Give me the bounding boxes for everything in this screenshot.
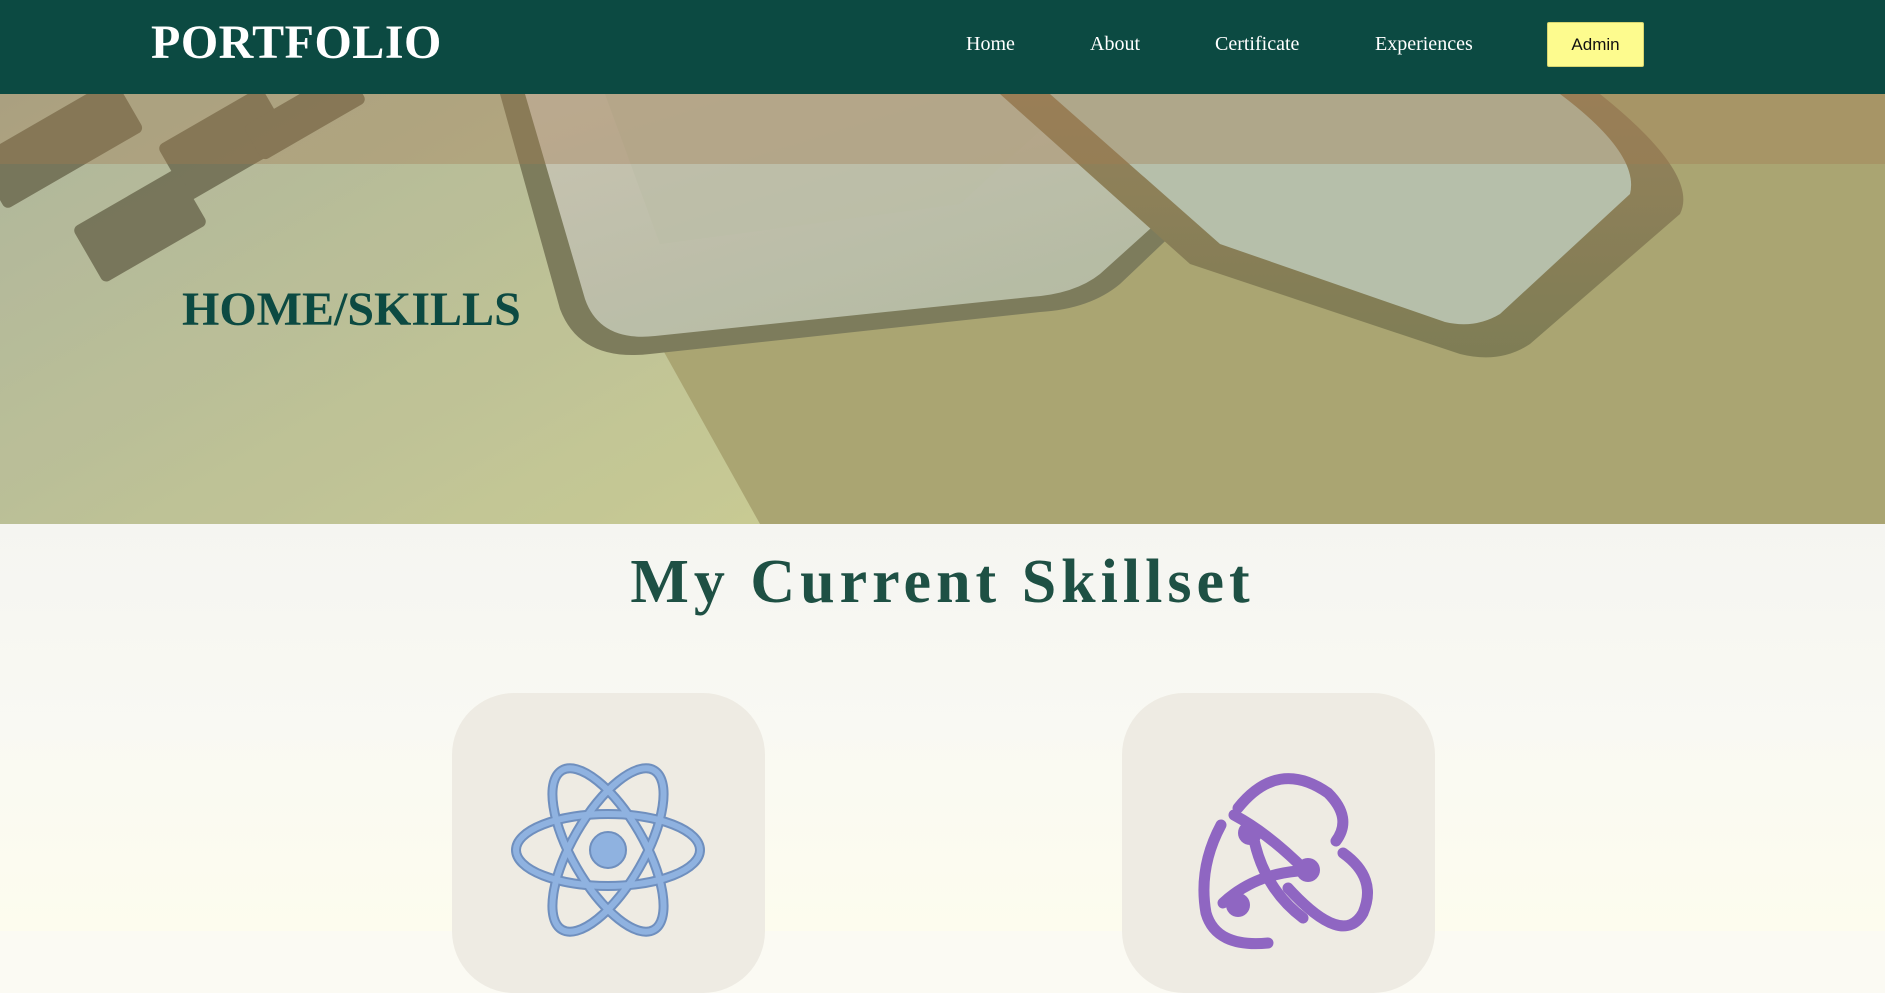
- hero-banner: HOME/SKILLS: [0, 94, 1885, 524]
- nav-link-certificate[interactable]: Certificate: [1215, 31, 1299, 57]
- nav-link-home[interactable]: Home: [966, 31, 1015, 57]
- nav-link-experiences[interactable]: Experiences: [1375, 31, 1473, 57]
- brand-logo[interactable]: PORTFOLIO: [151, 14, 442, 72]
- skill-card-redux[interactable]: [1122, 693, 1435, 993]
- react-icon: [511, 763, 705, 937]
- redux-icon: [1198, 773, 1373, 950]
- navbar: PORTFOLIO Home About Certificate Experie…: [0, 0, 1885, 94]
- section-title: My Current Skillset: [630, 548, 1255, 616]
- nav-link-about[interactable]: About: [1090, 31, 1140, 57]
- skill-card-react[interactable]: [452, 693, 765, 993]
- hero-title: HOME/SKILLS: [182, 283, 521, 336]
- admin-button[interactable]: Admin: [1547, 22, 1644, 67]
- skills-section: My Current Skillset: [0, 524, 1885, 993]
